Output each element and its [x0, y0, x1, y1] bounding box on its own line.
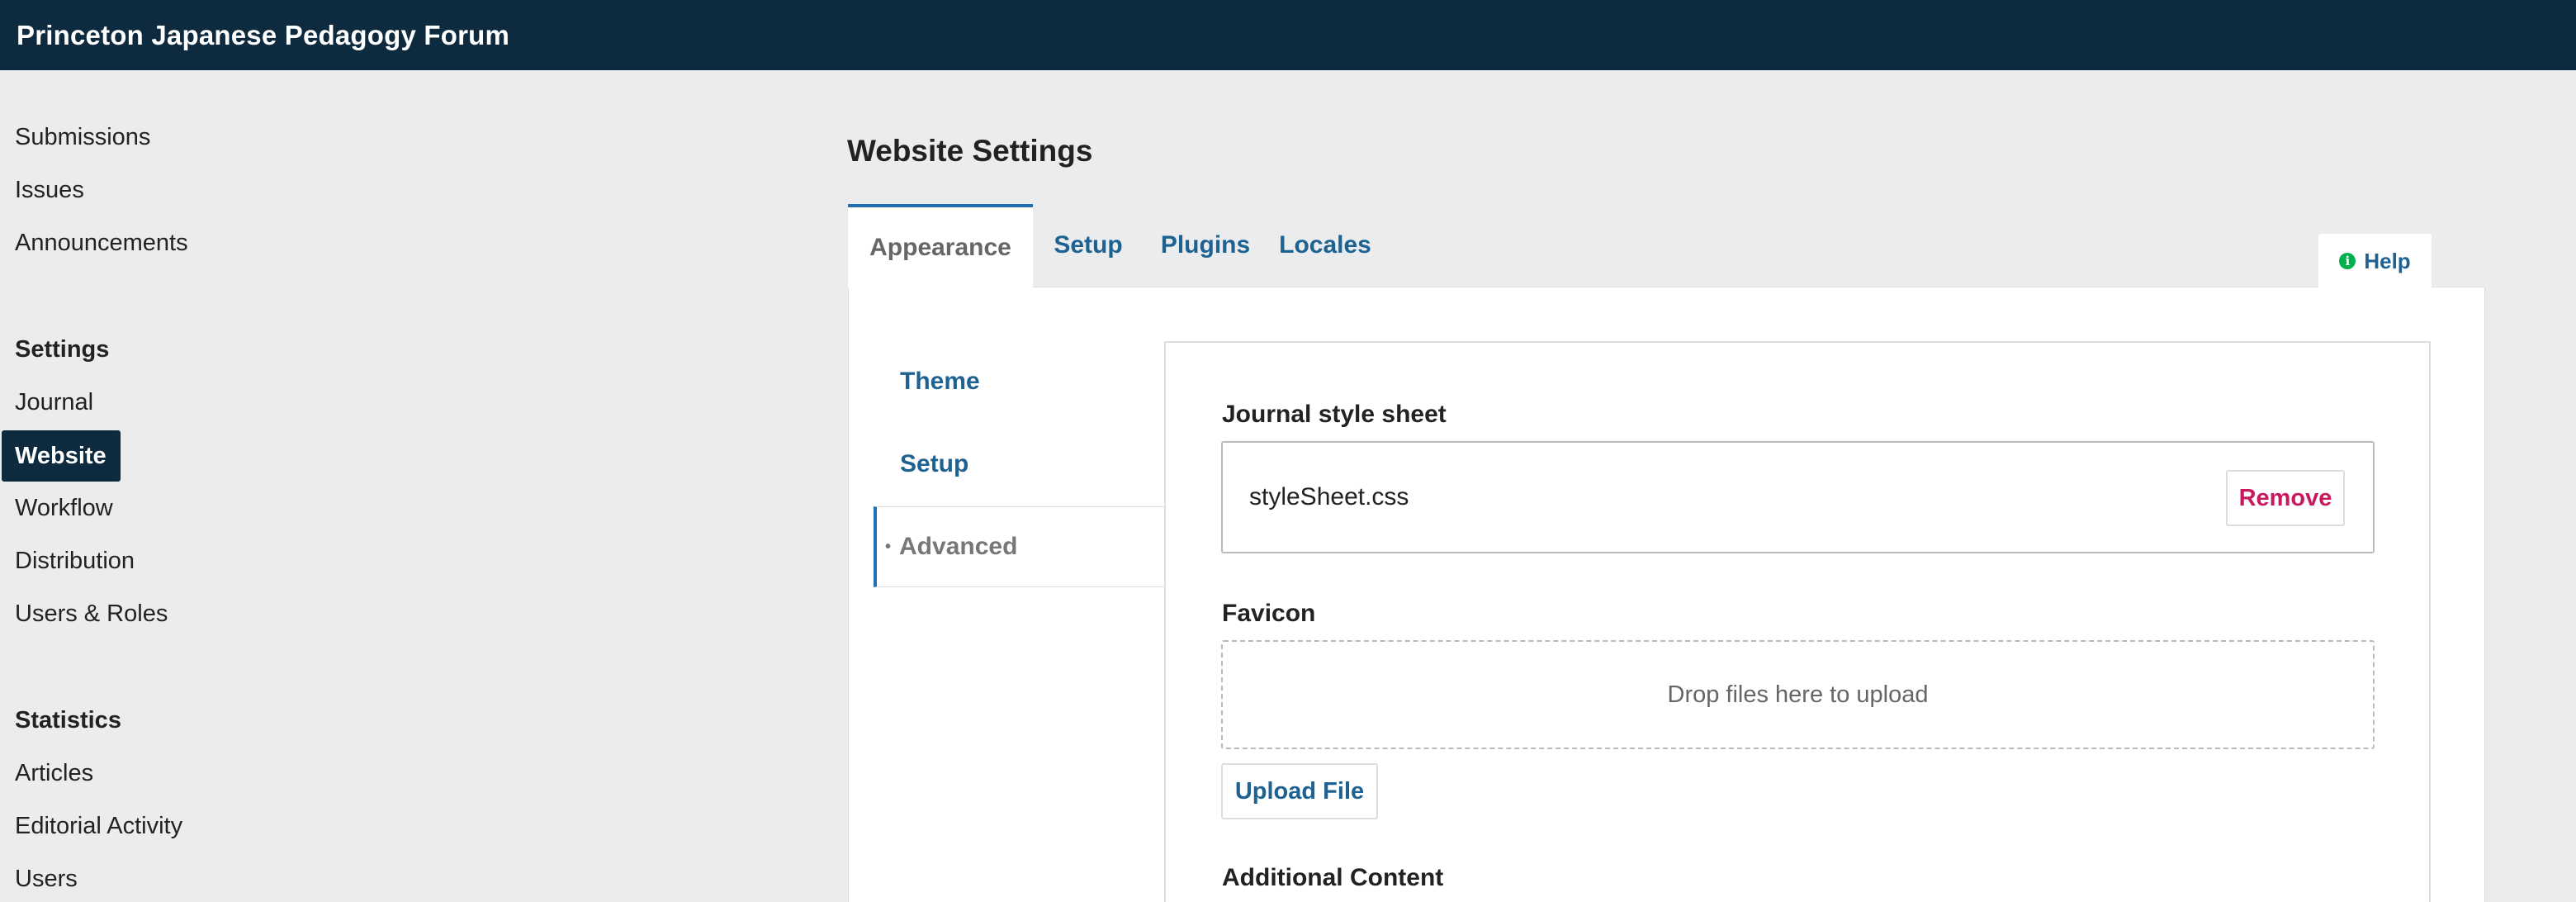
subnav-setup[interactable]: Setup	[900, 450, 968, 478]
page-title: Website Settings	[847, 134, 1093, 168]
tab-appearance[interactable]: Appearance	[848, 204, 1033, 288]
active-bullet: •	[885, 537, 892, 556]
subnav-advanced[interactable]: • Advanced	[874, 506, 1166, 587]
subnav-advanced-label: Advanced	[899, 533, 1018, 560]
subnav-theme[interactable]: Theme	[900, 368, 980, 396]
sidebar-item-submissions[interactable]: Submissions	[15, 126, 150, 150]
additional-content-label: Additional Content	[1222, 864, 1444, 891]
stylesheet-file-name: styleSheet.css	[1249, 483, 1409, 510]
sidebar-item-label: Website	[15, 442, 107, 469]
info-circle-icon: i	[2339, 253, 2356, 269]
upload-file-button[interactable]: Upload File	[1221, 763, 1378, 819]
favicon-label: Favicon	[1222, 600, 1316, 627]
sidebar-item-users[interactable]: Users	[15, 867, 78, 891]
site-title[interactable]: Princeton Japanese Pedagogy Forum	[0, 20, 509, 51]
sidebar-item-editorial-activity[interactable]: Editorial Activity	[15, 814, 182, 838]
sidebar: Submissions Issues Announcements Setting…	[0, 70, 826, 902]
sidebar-item-distribution[interactable]: Distribution	[15, 549, 135, 573]
sidebar-item-users-roles[interactable]: Users & Roles	[15, 602, 168, 626]
sidebar-item-journal[interactable]: Journal	[15, 391, 93, 415]
help-label: Help	[2364, 248, 2411, 273]
dropzone-text: Drop files here to upload	[1667, 681, 1929, 708]
stylesheet-label: Journal style sheet	[1222, 401, 1447, 428]
sidebar-heading-statistics: Statistics	[15, 707, 121, 733]
remove-button[interactable]: Remove	[2226, 470, 2345, 526]
tab-plugins[interactable]: Plugins	[1144, 204, 1267, 287]
sidebar-heading-settings: Settings	[15, 336, 110, 363]
help-button[interactable]: i Help	[2318, 234, 2432, 288]
tab-locales[interactable]: Locales	[1267, 204, 1383, 287]
sidebar-item-announcements[interactable]: Announcements	[15, 231, 188, 255]
top-bar: Princeton Japanese Pedagogy Forum	[0, 0, 2576, 70]
sidebar-item-issues[interactable]: Issues	[15, 178, 84, 202]
sidebar-item-workflow[interactable]: Workflow	[15, 496, 113, 520]
favicon-dropzone[interactable]: Drop files here to upload	[1221, 640, 2375, 749]
sidebar-item-website[interactable]: Website	[2, 430, 121, 482]
tab-setup[interactable]: Setup	[1033, 204, 1144, 287]
sidebar-item-articles[interactable]: Articles	[15, 762, 93, 786]
